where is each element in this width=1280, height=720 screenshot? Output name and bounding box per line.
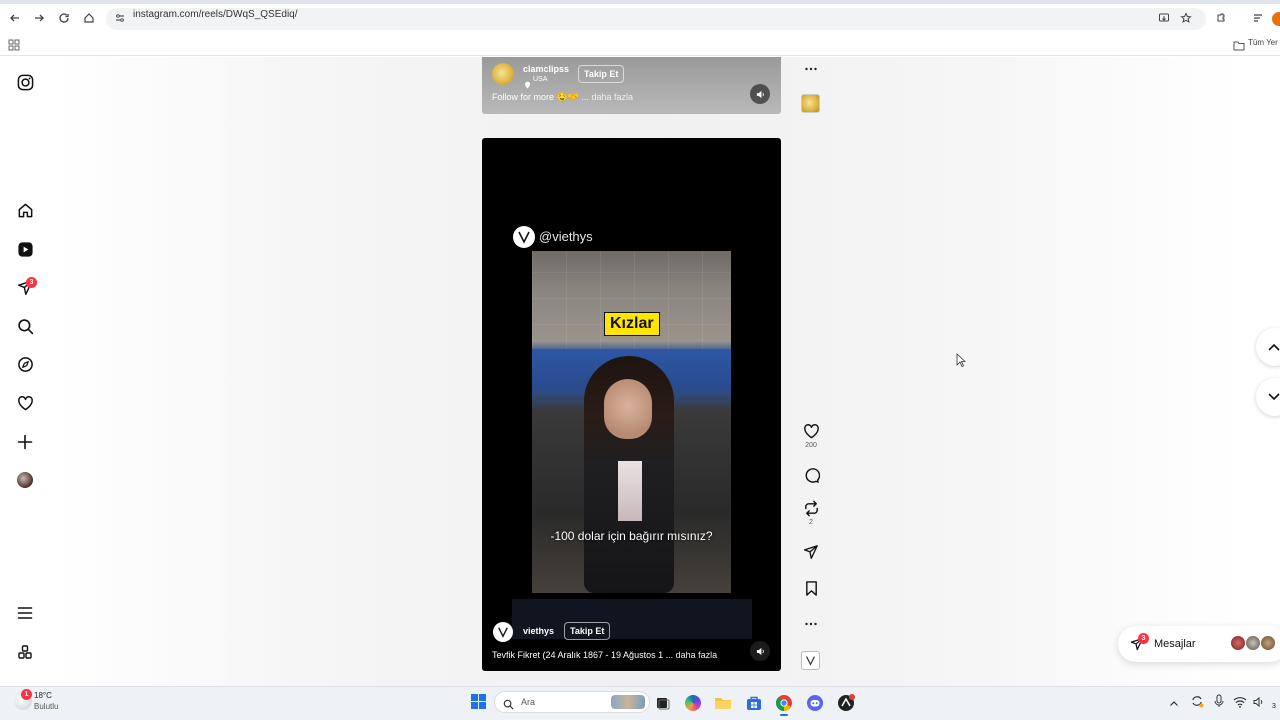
home-nav-icon[interactable] <box>14 199 36 221</box>
profile-avatar-nav[interactable] <box>14 469 36 491</box>
reading-list-icon[interactable] <box>1248 8 1268 28</box>
messages-pill[interactable]: 3 Mesajlar <box>1118 626 1280 662</box>
reel-main-caption: Tevfik Fikret (24 Aralık 1867 - 19 Ağust… <box>492 650 717 660</box>
more-menu-icon[interactable] <box>14 602 36 624</box>
wifi-icon[interactable] <box>1233 695 1247 708</box>
tiled-wall <box>532 251 731 351</box>
reload-icon[interactable] <box>54 8 74 28</box>
person-shirt <box>618 461 642 521</box>
weather-badge: 1 <box>21 689 32 700</box>
share-action[interactable] <box>800 544 822 560</box>
reels-nav-icon[interactable] <box>14 238 36 260</box>
comment-action[interactable] <box>800 467 822 484</box>
url-text[interactable]: instagram.com/reels/DWqS_QSEdiq/ <box>133 9 298 20</box>
reel-top-username[interactable]: clamclipss <box>523 64 569 74</box>
message-avatar-2 <box>1245 635 1261 651</box>
video-frame[interactable]: Kızlar -100 dolar için bağırır mısınız? <box>532 251 731 593</box>
reel-top-more-link[interactable]: daha fazla <box>591 92 633 102</box>
search-icon[interactable] <box>14 315 36 337</box>
mouse-cursor-icon <box>956 353 967 368</box>
reel-top-caption: Follow for more 🤤🤝 ... daha fazla <box>492 92 633 103</box>
reel-main-caption-text: Tevfik Fikret (24 Aralık 1867 - 19 Ağust… <box>492 650 674 660</box>
viethys-avatar[interactable] <box>493 622 513 642</box>
taskbar-search-placeholder: Ara <box>521 697 536 707</box>
like-action[interactable]: 200 <box>800 423 822 449</box>
also-from-meta-icon[interactable] <box>14 641 36 663</box>
task-view-icon[interactable] <box>652 693 672 713</box>
audio-thumbnail-top[interactable] <box>801 94 820 113</box>
watermark-logo-icon <box>513 226 535 248</box>
comment-icon <box>805 468 820 483</box>
messages-label: Mesajlar <box>1154 638 1196 650</box>
all-bookmarks-folder[interactable]: Tüm Yer <box>1248 38 1278 47</box>
bookmark-icon <box>805 581 817 596</box>
tray-chevron-up-icon[interactable] <box>1169 696 1179 706</box>
reel-card-previous[interactable]: clamclipss USA Takip Et Follow for more … <box>482 57 781 114</box>
extensions-icon[interactable] <box>1211 8 1231 28</box>
reel-main-more-link[interactable]: daha fazla <box>676 650 718 660</box>
chevron-down-icon <box>1268 393 1280 401</box>
weather-temp[interactable]: 18°C <box>34 691 52 700</box>
windows-start-icon[interactable] <box>471 694 486 709</box>
weather-desc[interactable]: Bulutlu <box>34 702 58 711</box>
notifications-badge: 3 <box>26 277 37 288</box>
volume-tray-icon[interactable] <box>1253 695 1265 708</box>
message-avatar-1 <box>1230 635 1246 651</box>
clock-fragment[interactable]: 3 <box>1272 703 1276 710</box>
chevron-up-icon <box>1268 343 1280 351</box>
message-avatar-3 <box>1260 635 1276 651</box>
back-icon[interactable] <box>5 8 25 28</box>
clamclipss-avatar[interactable] <box>492 63 514 85</box>
bookmark-star-icon[interactable] <box>1176 8 1196 28</box>
notifications-heart-icon[interactable] <box>14 392 36 414</box>
volume-icon-top[interactable] <box>750 84 770 104</box>
reel-top-caption-text: Follow for more 🤤🤝 ... <box>492 92 589 102</box>
search-highlight-image <box>611 695 645 709</box>
like-count: 200 <box>805 442 817 449</box>
share-icon <box>803 545 818 560</box>
profile-avatar[interactable] <box>1272 12 1280 26</box>
follow-button-top[interactable]: Takip Et <box>578 65 625 83</box>
bookmarks-bar <box>0 32 1280 56</box>
file-explorer-icon[interactable] <box>713 693 733 713</box>
more-dots-icon <box>805 622 817 626</box>
more-options-main[interactable] <box>800 619 822 629</box>
reel-card-current[interactable]: @viethys Kızlar -100 dolar için bağırır … <box>482 138 781 671</box>
repost-count: 2 <box>809 519 813 526</box>
video-tag-label: Kızlar <box>604 312 660 336</box>
volume-icon-main[interactable] <box>750 641 770 661</box>
person-face <box>604 379 652 439</box>
location-pin-icon <box>524 76 531 89</box>
taskbar-search-icon <box>503 697 514 710</box>
reel-top-location[interactable]: USA <box>533 76 547 83</box>
folder-icon <box>1233 38 1245 51</box>
home-icon[interactable] <box>79 8 99 28</box>
repost-action[interactable]: 2 <box>800 500 822 526</box>
taskbar-search-box[interactable]: Ara <box>494 691 650 713</box>
video-subtitle: -100 dolar için bağırır mısınız? <box>550 529 713 543</box>
explore-compass-icon[interactable] <box>14 353 36 375</box>
microphone-icon[interactable] <box>1213 694 1225 708</box>
discord-icon[interactable] <box>805 693 825 713</box>
forward-icon[interactable] <box>29 8 49 28</box>
more-options-icon-top[interactable] <box>804 61 818 71</box>
save-action[interactable] <box>800 580 822 597</box>
copilot-icon[interactable] <box>685 695 701 711</box>
apps-grid-icon[interactable] <box>8 38 20 51</box>
video-watermark: @viethys <box>539 229 593 244</box>
microsoft-store-icon[interactable] <box>744 693 764 713</box>
reel-main-username[interactable]: viethys <box>523 626 554 636</box>
chrome-icon[interactable] <box>774 693 794 716</box>
repost-icon <box>804 500 818 517</box>
sync-icon[interactable] <box>1190 694 1204 708</box>
create-plus-icon[interactable] <box>14 431 36 453</box>
like-heart-icon <box>803 424 819 439</box>
audio-thumbnail-main[interactable] <box>801 651 820 670</box>
app-icon-dark[interactable] <box>836 693 856 713</box>
follow-button-main[interactable]: Takip Et <box>564 622 611 640</box>
messages-badge: 3 <box>1138 633 1149 644</box>
install-app-icon[interactable] <box>1154 8 1174 28</box>
instagram-logo-icon[interactable] <box>14 71 36 93</box>
site-info-icon[interactable] <box>110 8 130 28</box>
